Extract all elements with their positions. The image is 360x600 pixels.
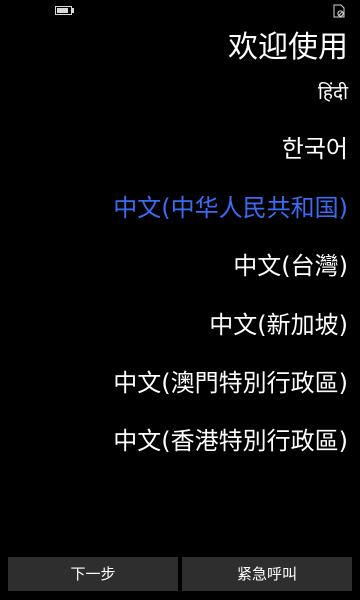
no-sim-icon: [333, 4, 345, 18]
language-item-hindi[interactable]: हिंदी: [318, 80, 348, 106]
battery-fill: [57, 8, 68, 13]
bottom-app-bar: 下一步 紧急呼叫: [0, 557, 360, 600]
battery-icon: [55, 6, 72, 15]
battery-tip: [72, 8, 74, 13]
language-item-chinese-macau[interactable]: 中文(澳門特別行政區): [113, 365, 348, 401]
next-button[interactable]: 下一步: [8, 557, 178, 591]
page-title: 欢迎使用: [228, 30, 348, 65]
status-bar: [0, 0, 360, 22]
language-item-chinese-singapore[interactable]: 中文(新加坡): [209, 307, 348, 343]
language-item-chinese-prc[interactable]: 中文(中华人民共和国): [113, 190, 348, 226]
language-item-korean[interactable]: 한국어: [282, 131, 348, 167]
language-item-chinese-taiwan[interactable]: 中文(台灣): [233, 248, 348, 284]
language-item-chinese-hongkong[interactable]: 中文(香港特別行政區): [113, 423, 348, 459]
emergency-call-button[interactable]: 紧急呼叫: [182, 557, 352, 591]
